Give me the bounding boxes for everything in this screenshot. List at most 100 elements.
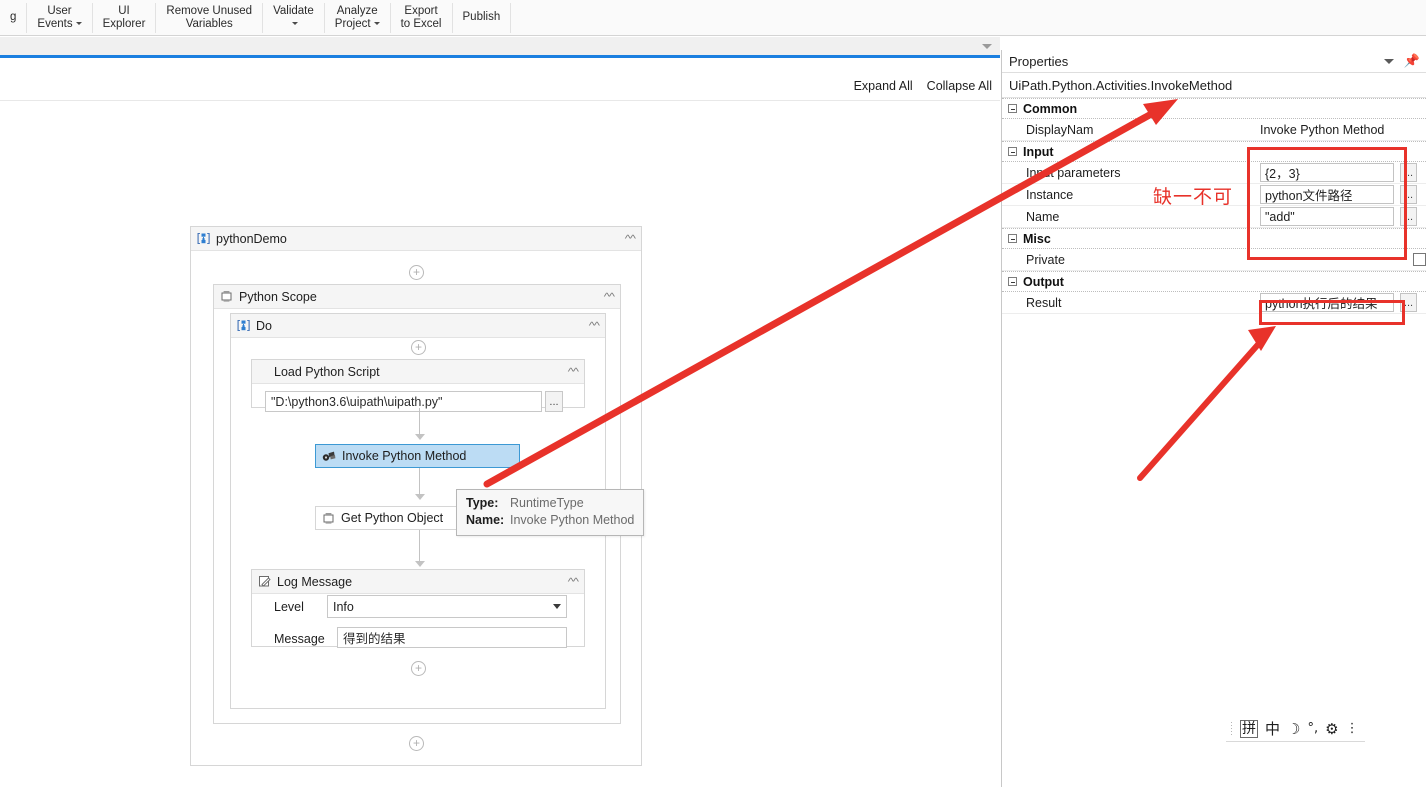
ribbon-item-4-line1: Validate [273, 4, 314, 17]
activity-load-python-script[interactable]: Load Python Script ^^ "D:\python3.6\uipa… [251, 359, 585, 412]
log-message-header[interactable]: Log Message ^^ [252, 570, 584, 594]
collapse-box-icon[interactable] [1008, 147, 1017, 156]
python-scope-header[interactable]: Python Scope ^^ [214, 285, 620, 309]
expand-all-button[interactable]: Expand All [854, 79, 913, 93]
tooltip-type-label: Type: [466, 496, 499, 510]
ime-language-chinese-icon[interactable]: 中 [1265, 718, 1280, 739]
sequence-do-header[interactable]: [ ] Do ^^ [231, 314, 605, 338]
connector-arrow-icon [415, 561, 425, 567]
ribbon-item-5-line1: Analyze [336, 4, 378, 17]
ime-punctuation-icon[interactable]: °, [1307, 721, 1318, 736]
property-ellipsis-input-parameters[interactable]: ... [1400, 163, 1417, 182]
property-value-result[interactable]: python执行后的结果 [1260, 293, 1394, 312]
tooltip-name-value: Invoke Python Method [510, 513, 635, 527]
properties-category-output[interactable]: Output [1002, 271, 1426, 292]
sequence-pythondemo-title: pythonDemo [216, 231, 287, 246]
collapse-chevron-icon[interactable]: ^^ [568, 366, 579, 376]
collapse-box-icon[interactable] [1008, 104, 1017, 113]
ime-more-icon[interactable]: ⋮ [1346, 721, 1359, 736]
chevron-down-icon[interactable] [75, 21, 82, 25]
log-message-message-input[interactable]: 得到的结果 [337, 627, 567, 648]
property-row-input-parameters[interactable]: Input parameters {2，3} ... [1002, 162, 1426, 184]
category-label-common: Common [1023, 101, 1078, 116]
chevron-down-icon[interactable] [982, 44, 992, 49]
properties-type-name: UiPath.Python.Activities.InvokeMethod [1002, 73, 1426, 98]
load-python-script-browse-button[interactable]: ... [545, 391, 563, 412]
property-row-private[interactable]: Private [1002, 249, 1426, 271]
ime-drag-handle[interactable] [1230, 720, 1233, 737]
connector-line [419, 468, 420, 495]
property-value-instance[interactable]: python文件路径 [1260, 185, 1394, 204]
ribbon-item-analyze-project[interactable]: Analyze Project [325, 0, 390, 36]
property-row-name[interactable]: Name "add" ... [1002, 206, 1426, 228]
ribbon-item-user-events[interactable]: User Events [27, 0, 91, 36]
properties-panel-header: Properties 📌 [1002, 50, 1426, 73]
property-value-input-parameters[interactable]: {2，3} [1260, 163, 1394, 182]
sequence-pythondemo-header[interactable]: [ ] pythonDemo ^^ [191, 227, 641, 251]
log-message-level-select[interactable]: Info [327, 595, 567, 618]
ribbon-item-0[interactable]: g [0, 0, 26, 36]
log-message-level-value: Info [333, 599, 354, 614]
properties-category-common[interactable]: Common [1002, 98, 1426, 119]
collapse-all-button[interactable]: Collapse All [927, 79, 992, 93]
collapse-box-icon[interactable] [1008, 234, 1017, 243]
property-ellipsis-instance[interactable]: ... [1400, 185, 1417, 204]
ribbon-item-export-to-excel[interactable]: Export to Excel [391, 0, 452, 36]
chevron-down-icon[interactable] [1383, 58, 1394, 64]
load-python-script-header[interactable]: Load Python Script ^^ [252, 360, 584, 384]
collapse-chevron-icon[interactable]: ^^ [568, 576, 579, 586]
property-value-displayname[interactable]: Invoke Python Method [1260, 123, 1384, 137]
ribbon-toolbar: g User Events UI Explorer Remove Unused … [0, 0, 1426, 36]
ribbon-item-remove-unused-variables[interactable]: Remove Unused Variables [156, 0, 262, 36]
chevron-down-icon[interactable] [291, 21, 298, 25]
properties-panel[interactable]: Properties 📌 UiPath.Python.Activities.In… [1001, 50, 1426, 787]
collapse-chevron-icon[interactable]: ^^ [604, 291, 615, 301]
ribbon-item-6-line1: Export [404, 4, 438, 17]
svg-text:[: [ [237, 319, 241, 332]
chevron-down-icon[interactable] [553, 604, 561, 609]
annotation-note-text: 缺一不可 [1153, 186, 1234, 208]
designer-breadcrumb-strip [0, 37, 1000, 58]
collapse-chevron-icon[interactable]: ^^ [589, 320, 600, 330]
property-name-private: Private [1026, 252, 1065, 267]
add-activity-plus[interactable]: + [409, 265, 424, 280]
properties-panel-title: Properties [1009, 53, 1069, 69]
svg-text:[: [ [197, 232, 201, 245]
property-checkbox-private[interactable] [1413, 253, 1426, 266]
connector-line [419, 408, 420, 435]
ribbon-item-ui-explorer[interactable]: UI Explorer [93, 0, 156, 36]
ribbon-item-publish[interactable]: Publish [453, 0, 511, 36]
tooltip-type-value: RuntimeType [510, 496, 584, 510]
ribbon-item-validate[interactable]: Validate [263, 0, 324, 36]
collapse-box-icon[interactable] [1008, 277, 1017, 286]
add-activity-plus[interactable]: + [411, 340, 426, 355]
ribbon-item-1-line2: Events [37, 17, 73, 30]
ribbon-item-3-line1: Remove Unused [166, 4, 253, 17]
activity-log-message[interactable]: Log Message ^^ Level Info Message 得到的结果 [251, 569, 585, 648]
category-label-misc: Misc [1023, 231, 1051, 246]
property-value-name[interactable]: "add" [1260, 207, 1394, 226]
collapse-chevron-icon[interactable]: ^^ [625, 233, 636, 243]
ime-moon-icon[interactable]: ☽ [1287, 720, 1300, 738]
ime-toolbar[interactable]: 拼 中 ☽ °, ⚙ ⋮ [1226, 716, 1365, 742]
add-activity-plus[interactable]: + [409, 736, 424, 751]
load-python-script-path-input[interactable]: "D:\python3.6\uipath\uipath.py" [265, 391, 542, 412]
log-message-icon [258, 575, 271, 588]
workflow-designer-canvas[interactable]: [ ] pythonDemo ^^ + [0, 101, 1000, 787]
chevron-down-icon[interactable] [373, 21, 380, 25]
property-row-result[interactable]: Result python执行后的结果 ... [1002, 292, 1426, 314]
properties-category-misc[interactable]: Misc [1002, 228, 1426, 249]
ime-mode-pinyin-icon[interactable]: 拼 [1240, 719, 1258, 738]
properties-category-input[interactable]: Input [1002, 141, 1426, 162]
property-ellipsis-name[interactable]: ... [1400, 207, 1417, 226]
property-ellipsis-result[interactable]: ... [1400, 293, 1417, 312]
gear-icon[interactable]: ⚙ [1325, 720, 1338, 738]
property-name-result: Result [1026, 295, 1062, 310]
activity-invoke-python-method[interactable]: Invoke Python Method [315, 444, 520, 468]
property-name-input-parameters: Input parameters [1026, 165, 1121, 180]
property-row-displayname[interactable]: DisplayNam Invoke Python Method [1002, 119, 1426, 141]
invoke-method-icon [322, 450, 336, 463]
pin-icon[interactable]: 📌 [1404, 54, 1420, 67]
designer-expand-bar: Expand All Collapse All [0, 71, 1000, 101]
add-activity-plus[interactable]: + [411, 661, 426, 676]
